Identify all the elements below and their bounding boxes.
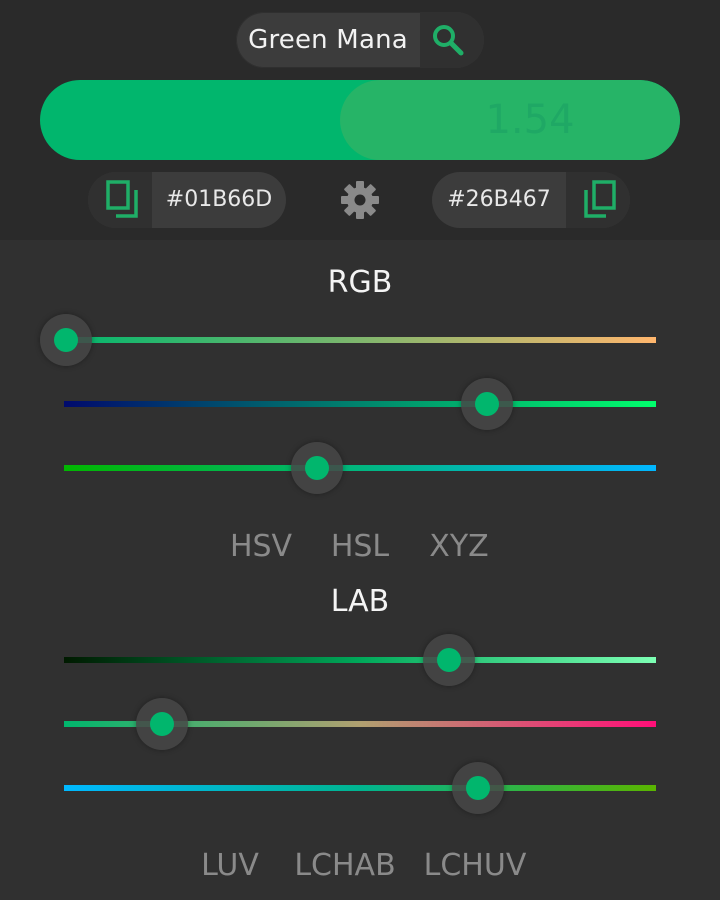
lab-slider-1[interactable]	[64, 628, 656, 692]
color-name: Green Mana	[248, 25, 408, 55]
copy-right-button[interactable]	[566, 172, 630, 228]
tab-hsv[interactable]: HSV	[221, 525, 301, 569]
lab-section-title: LAB	[330, 584, 390, 619]
color-difference-value: 1.54	[485, 97, 575, 143]
slider-thumb[interactable]	[304, 456, 329, 480]
search-icon	[433, 25, 464, 56]
slider-track	[64, 337, 656, 343]
right-hex-pill: #26B467	[432, 172, 630, 228]
copy-icon	[106, 180, 138, 218]
right-hex-value[interactable]: #26B467	[432, 172, 566, 228]
slider-thumb[interactable]	[465, 776, 490, 800]
copy-icon	[584, 180, 616, 218]
tab-lchab[interactable]: LCHAB	[290, 844, 400, 888]
rgb-slider-1[interactable]	[40, 308, 656, 372]
lab-slider-2[interactable]	[64, 692, 656, 756]
slider-track	[64, 785, 656, 791]
rgb-slider-3[interactable]	[64, 436, 656, 500]
tab-hsl[interactable]: HSL	[320, 525, 400, 569]
left-hex-value[interactable]: #01B66D	[152, 172, 286, 228]
left-hex-pill: #01B66D	[88, 172, 286, 228]
color-picker-app: Green Mana 1.54 #01B66D #26B467 RGB HSV …	[0, 0, 720, 900]
slider-track	[64, 465, 656, 471]
copy-left-button[interactable]	[88, 172, 152, 228]
lab-slider-3[interactable]	[64, 756, 656, 820]
slider-thumb[interactable]	[474, 392, 499, 416]
tab-luv[interactable]: LUV	[190, 844, 270, 888]
color-name-pill: Green Mana	[236, 12, 484, 68]
slider-track	[64, 657, 656, 663]
gear-icon	[341, 181, 379, 219]
settings-button[interactable]	[336, 176, 384, 224]
slider-track	[64, 401, 656, 407]
search-button[interactable]	[420, 12, 484, 68]
color-comparison-bar: 1.54	[40, 80, 680, 160]
rgb-section-title: RGB	[327, 265, 393, 300]
tab-lchuv[interactable]: LCHUV	[420, 844, 530, 888]
tab-xyz[interactable]: XYZ	[419, 525, 499, 569]
rgb-slider-2[interactable]	[64, 372, 656, 436]
top-panel: Green Mana 1.54 #01B66D #26B467	[0, 0, 720, 240]
